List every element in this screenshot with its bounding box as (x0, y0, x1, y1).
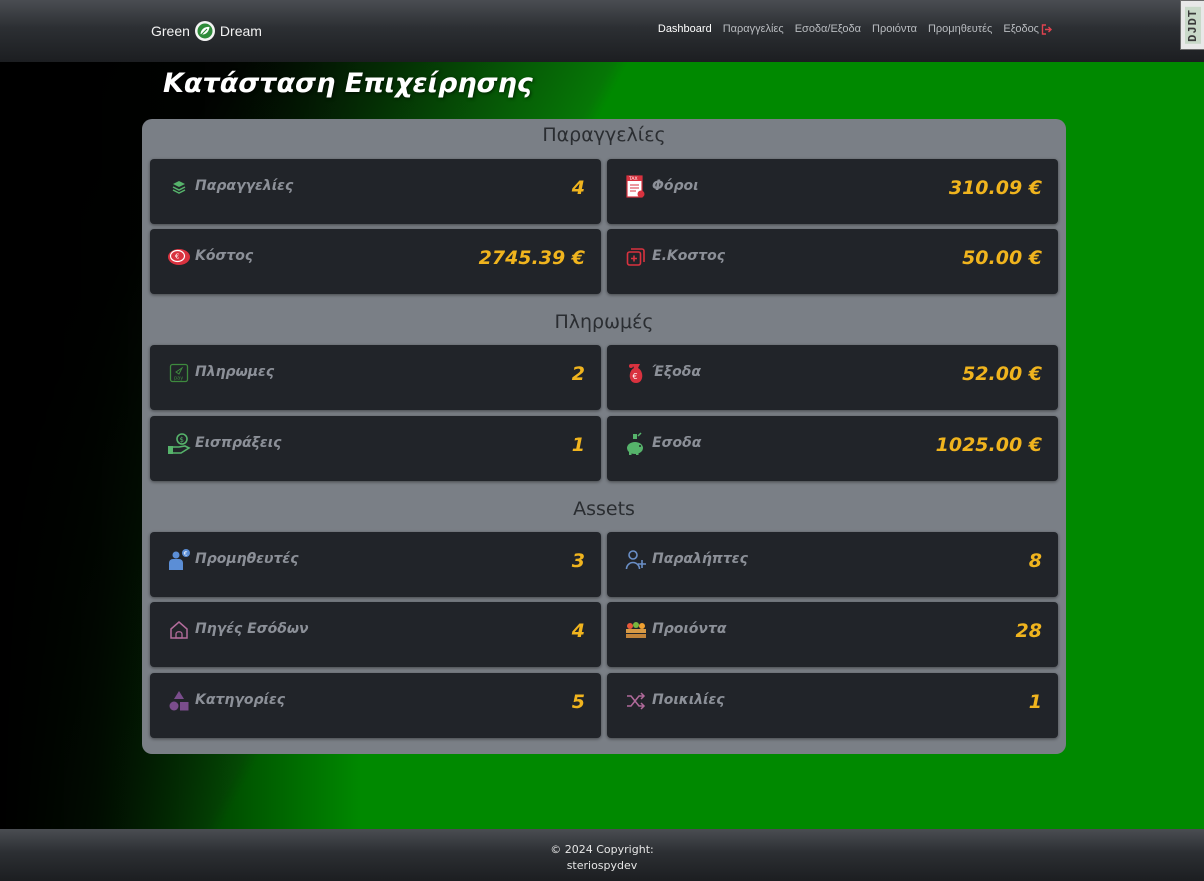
money-bag-icon: € (624, 361, 648, 385)
section-title-payments: Πληρωμές (554, 311, 654, 333)
card-label: Κατηγορίες (195, 692, 286, 708)
piggy-bank-icon (624, 432, 648, 456)
card-value: 8 (1028, 550, 1042, 572)
page-title: Κατάσταση Επιχείρησης (163, 68, 533, 99)
card-value: 50.00 € (962, 247, 1042, 269)
nav-links: Dashboard Παραγγελίες Εσοδα/Εξοδα Προιόν… (658, 23, 1053, 35)
card-value: 52.00 € (962, 363, 1042, 385)
card-label: Παραγγελίες (195, 178, 294, 194)
card-value: 28 (1015, 620, 1042, 642)
card-orders[interactable]: Παραγγελίες 4 (150, 159, 601, 224)
card-value: 4 (571, 177, 585, 199)
card-label: Έξοδα (652, 364, 701, 380)
card-income-sources[interactable]: Πηγές Εσόδων 4 (150, 602, 601, 667)
card-label: Εσοδα (652, 435, 702, 451)
card-expenses[interactable]: € Έξοδα 52.00 € (607, 345, 1058, 410)
nav-dashboard[interactable]: Dashboard (658, 23, 712, 35)
supplier-icon: € (167, 548, 191, 572)
nav-suppliers[interactable]: Προμηθευτές (928, 23, 992, 35)
card-cost[interactable]: € Κόστος 2745.39 € (150, 229, 601, 294)
card-value: 1 (1028, 691, 1042, 713)
nav-income-expenses[interactable]: Εσοδα/Εξοδα (795, 23, 861, 35)
card-value: 1 (571, 434, 585, 456)
svg-text:$: $ (180, 436, 184, 444)
footer-author[interactable]: steriospydev (0, 858, 1204, 874)
tax-icon: TAX (624, 175, 648, 199)
hand-coin-icon: $ (167, 432, 191, 456)
shuffle-icon (624, 689, 648, 713)
brand-text-right: Dream (219, 23, 262, 39)
card-value: 1025.00 € (935, 434, 1042, 456)
card-label: Προιόντα (652, 621, 727, 637)
nav-logout[interactable]: Εξοδος (1003, 23, 1053, 35)
card-value: 3 (571, 550, 585, 572)
card-label: Κόστος (195, 248, 254, 264)
card-value: 310.09 € (948, 177, 1042, 199)
debug-toolbar-handle[interactable]: DJDT (1180, 0, 1204, 50)
produce-crate-icon (624, 618, 648, 642)
pay-icon: pay (167, 361, 191, 385)
house-icon (167, 618, 191, 642)
brand-logo[interactable]: Green Dream (151, 20, 262, 42)
leaf-icon (194, 21, 215, 41)
dashboard-panel: Παραγγελίες Παραγγελίες 4 TAX Φόροι 310.… (142, 119, 1066, 754)
card-payments[interactable]: pay Πληρωμες 2 (150, 345, 601, 410)
card-label: Ε.Κοστος (652, 248, 726, 264)
footer: © 2024 Copyright: steriospydev (0, 829, 1204, 881)
card-label: Παραλήπτες (652, 551, 748, 567)
svg-text:pay: pay (174, 376, 183, 382)
card-label: Πηγές Εσόδων (195, 621, 309, 637)
card-extra-cost[interactable]: Ε.Κοστος 50.00 € (607, 229, 1058, 294)
footer-copyright: © 2024 Copyright: (550, 843, 654, 856)
card-value: 4 (571, 620, 585, 642)
nav-orders[interactable]: Παραγγελίες (723, 23, 784, 35)
card-label: Προμηθευτές (195, 551, 299, 567)
user-plus-icon (624, 548, 648, 572)
card-value: 2 (571, 363, 585, 385)
svg-text:€: € (633, 372, 638, 381)
euro-coin-icon: € (167, 245, 191, 269)
debug-toolbar-label: DJDT (1184, 6, 1201, 44)
card-value: 2745.39 € (478, 247, 585, 269)
card-income[interactable]: Εσοδα 1025.00 € (607, 416, 1058, 481)
card-categories[interactable]: Κατηγορίες 5 (150, 673, 601, 738)
navbar: Green Dream Dashboard Παραγγελίες Εσοδα/… (0, 0, 1204, 62)
card-label: Φόροι (652, 178, 699, 194)
card-varieties[interactable]: Ποικιλίες 1 (607, 673, 1058, 738)
copy-plus-icon (624, 245, 648, 269)
card-recipients[interactable]: Παραλήπτες 8 (607, 532, 1058, 597)
brand-text-left: Green (151, 23, 190, 39)
nav-products[interactable]: Προιόντα (872, 23, 917, 35)
section-title-assets: Assets (573, 498, 635, 520)
card-suppliers[interactable]: € Προμηθευτές 3 (150, 532, 601, 597)
card-label: Ποικιλίες (652, 692, 725, 708)
card-receipts[interactable]: $ Εισπράξεις 1 (150, 416, 601, 481)
card-taxes[interactable]: TAX Φόροι 310.09 € (607, 159, 1058, 224)
svg-text:€: € (175, 253, 179, 261)
card-products[interactable]: Προιόντα 28 (607, 602, 1058, 667)
card-label: Πληρωμες (195, 364, 275, 380)
svg-text:€: € (184, 551, 188, 558)
card-value: 5 (571, 691, 585, 713)
shapes-icon (167, 689, 191, 713)
logout-icon (1041, 23, 1052, 35)
card-label: Εισπράξεις (195, 435, 282, 451)
section-title-orders: Παραγγελίες (542, 124, 666, 146)
logout-label: Εξοδος (1003, 23, 1039, 35)
svg-text:TAX: TAX (628, 176, 638, 182)
layers-icon (167, 175, 191, 199)
